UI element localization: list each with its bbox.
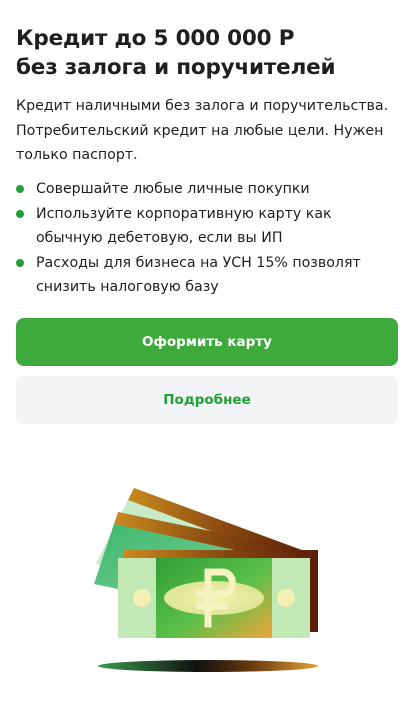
more-details-button[interactable]: Подробнее: [16, 376, 398, 424]
page-title: Кредит до 5 000 000 Р без залога и поруч…: [16, 24, 398, 82]
benefit-text: Расходы для бизнеса на УСН 15% позволят …: [36, 254, 361, 296]
benefit-text: Совершайте любые личные покупки: [36, 181, 310, 197]
description-text: Кредит наличными без залога и поручитель…: [16, 98, 389, 163]
bullet-dot-icon: [16, 258, 24, 267]
benefit-item: Используйте корпоративную карту как обыч…: [16, 202, 398, 251]
benefit-item: Расходы для бизнеса на УСН 15% позволят …: [16, 251, 398, 300]
title-line-2: без залога и поручителей: [16, 55, 336, 80]
benefit-text: Используйте корпоративную карту как обыч…: [36, 205, 332, 247]
benefits-list: Совершайте любые личные покупки Использу…: [16, 177, 398, 300]
apply-card-button[interactable]: Оформить карту: [16, 318, 398, 366]
bullet-dot-icon: [16, 185, 24, 193]
bullet-dot-icon: [16, 209, 24, 218]
title-line-1: Кредит до 5 000 000 Р: [16, 26, 295, 51]
money-banknotes-ruble-icon: [88, 474, 328, 678]
promo-card: Кредит до 5 000 000 Р без залога и поруч…: [0, 0, 414, 702]
benefit-item: Совершайте любые личные покупки: [16, 177, 398, 202]
